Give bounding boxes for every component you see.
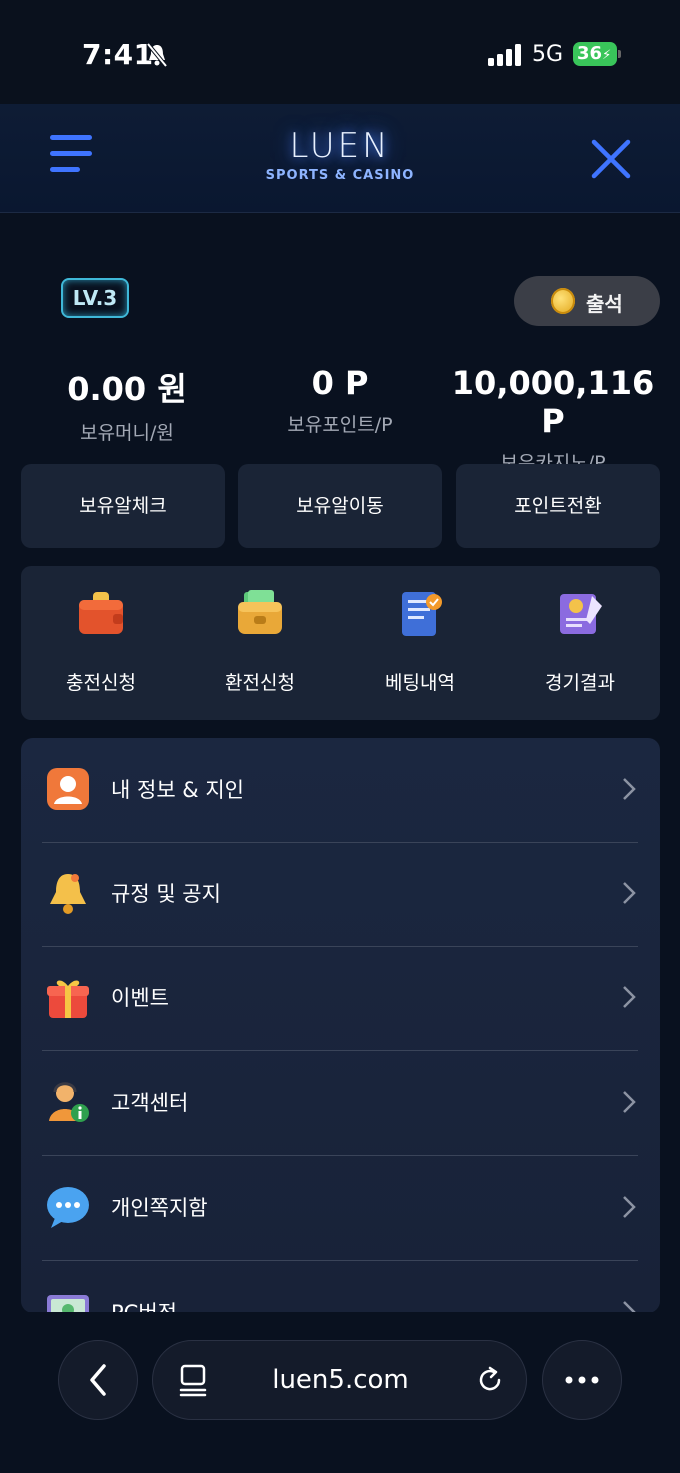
battery-tip <box>618 50 621 58</box>
gift-icon <box>47 980 89 1018</box>
ellipsis-icon <box>565 1376 599 1384</box>
list-item-label: 내 정보 & 지인 <box>111 778 245 802</box>
transfer-balance-button[interactable]: 보유알이동 <box>238 464 442 548</box>
reload-icon[interactable] <box>475 1365 505 1395</box>
certificate-icon <box>560 594 602 634</box>
quick-label: 충전신청 <box>66 672 136 694</box>
point-convert-button[interactable]: 포인트전환 <box>456 464 660 548</box>
battery-indicator: 36⚡ <box>573 42 617 66</box>
level-badge: LV.3 <box>61 278 129 318</box>
list-item-my-info[interactable]: 내 정보 & 지인 <box>21 738 660 842</box>
url-text: luen5.com <box>272 1365 409 1395</box>
chevron-right-icon <box>623 778 636 800</box>
address-bar[interactable]: luen5.com <box>152 1340 527 1420</box>
monitor-icon <box>47 1295 89 1313</box>
list-item-customer-center[interactable]: 고객센터 <box>21 1051 660 1155</box>
menu-list: 내 정보 & 지인 규정 및 공지 이벤트 고객센터 개인쪽지함 PC버전 <box>21 738 660 1313</box>
balance-value: 10,000,116 P <box>451 364 655 440</box>
chevron-right-icon <box>623 1196 636 1218</box>
browser-toolbar: luen5.com <box>0 1312 680 1473</box>
balance-points: 0 P 보유포인트/P <box>259 364 421 437</box>
balance-value: 0 P <box>311 364 369 402</box>
balance-caption: 보유머니/원 <box>80 422 174 444</box>
bell-icon <box>50 874 86 914</box>
list-item-pc-version[interactable]: PC버전 <box>21 1261 660 1313</box>
profile-icon <box>47 768 89 810</box>
luen-logo[interactable]: LUEN SPORTS & CASINO <box>240 126 440 183</box>
browser-back-button[interactable] <box>58 1340 138 1420</box>
quick-menu: 충전신청 환전신청 베팅내역 경기결과 <box>21 566 660 720</box>
chevron-right-icon <box>623 986 636 1008</box>
balance-casino: 10,000,116 P 보유카지노/P <box>446 364 660 475</box>
chevron-right-icon <box>623 1301 636 1313</box>
cell-signal-icon <box>488 44 521 66</box>
quick-bet-history[interactable]: 베팅내역 <box>345 588 495 695</box>
battery-level: 36 <box>577 43 603 64</box>
silent-bell-icon <box>146 42 168 68</box>
balance-money: 0.00 원 보유머니/원 <box>46 364 208 445</box>
chevron-right-icon <box>623 882 636 904</box>
list-item-rules-notice[interactable]: 규정 및 공지 <box>21 842 660 946</box>
balance-value: 0.00 원 <box>67 370 187 408</box>
list-item-label: 개인쪽지함 <box>111 1196 208 1220</box>
document-check-icon <box>402 592 442 636</box>
status-bar: 7:41 5G 36⚡ <box>0 0 680 104</box>
wallet-red-icon <box>79 592 123 634</box>
list-item-private-messages[interactable]: 개인쪽지함 <box>21 1156 660 1260</box>
quick-match-results[interactable]: 경기결과 <box>505 588 655 695</box>
attendance-button[interactable]: 출석 <box>514 276 660 326</box>
hamburger-menu-icon[interactable] <box>50 134 94 174</box>
list-item-label: 고객센터 <box>111 1091 189 1115</box>
check-balance-button[interactable]: 보유알체크 <box>21 464 225 548</box>
quick-label: 경기결과 <box>545 672 615 694</box>
chevron-right-icon <box>623 1091 636 1113</box>
quick-withdraw[interactable]: 환전신청 <box>185 588 335 695</box>
logo-tagline: SPORTS & CASINO <box>265 168 415 183</box>
quick-label: 환전신청 <box>225 672 295 694</box>
chat-bubble-icon <box>47 1187 89 1228</box>
attendance-label: 출석 <box>586 292 623 316</box>
list-item-label: 규정 및 공지 <box>111 882 221 906</box>
wallet-cash-icon <box>238 590 282 634</box>
list-item-events[interactable]: 이벤트 <box>21 946 660 1050</box>
coin-icon <box>551 288 575 314</box>
network-type: 5G <box>532 42 564 67</box>
list-item-label: PC버전 <box>111 1301 177 1313</box>
logo-brand: LUEN <box>289 126 391 166</box>
list-item-label: 이벤트 <box>111 986 169 1010</box>
status-time: 7:41 <box>82 38 154 71</box>
quick-label: 베팅내역 <box>385 672 455 694</box>
balance-caption: 보유포인트/P <box>287 414 393 436</box>
more-options-button[interactable] <box>542 1340 622 1420</box>
top-header: LUEN SPORTS & CASINO <box>0 104 680 213</box>
close-icon[interactable] <box>590 138 632 180</box>
quick-deposit[interactable]: 충전신청 <box>26 588 176 695</box>
support-agent-icon <box>49 1082 89 1122</box>
chevron-left-icon <box>90 1364 106 1396</box>
